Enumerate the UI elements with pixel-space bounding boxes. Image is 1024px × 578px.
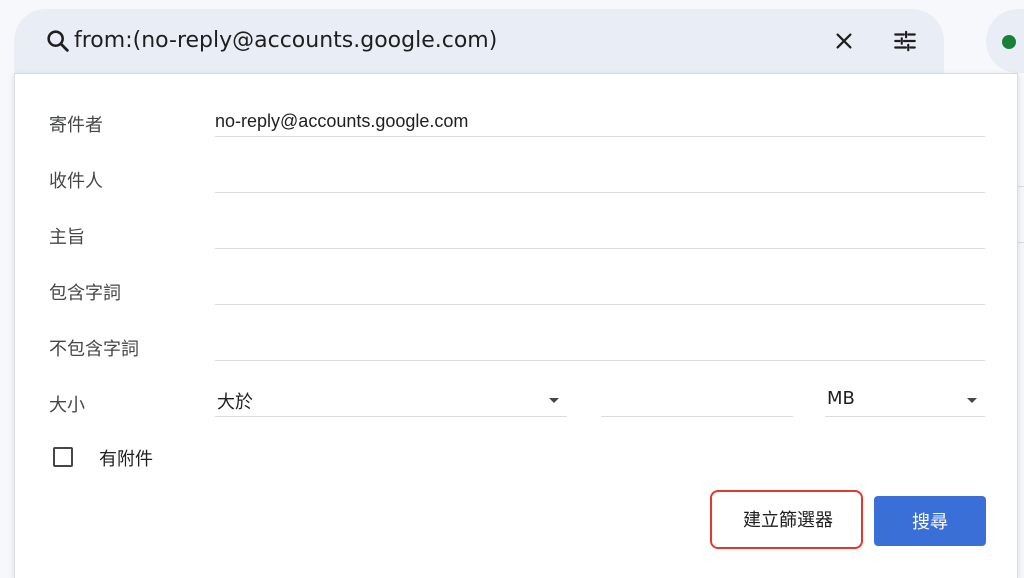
search-icon[interactable] <box>44 27 72 55</box>
to-field[interactable] <box>215 162 985 193</box>
no-words-label: 不包含字詞 <box>49 339 139 360</box>
has-attachment-label[interactable]: 有附件 <box>99 445 153 471</box>
search-button[interactable]: 搜尋 <box>874 496 986 546</box>
size-value-field[interactable] <box>601 386 793 417</box>
size-unit-value: MB <box>827 388 855 409</box>
size-comparator-value: 大於 <box>217 392 253 413</box>
size-comparator-select[interactable]: 大於 <box>215 386 567 417</box>
status-dot-icon <box>1002 35 1016 49</box>
dropdown-arrow-icon <box>967 398 977 403</box>
from-label: 寄件者 <box>49 115 103 136</box>
close-icon <box>836 33 852 49</box>
search-options-button[interactable] <box>887 23 923 59</box>
size-unit-select[interactable]: MB <box>825 386 985 417</box>
status-indicator[interactable] <box>986 9 1024 73</box>
clear-search-button[interactable] <box>826 23 862 59</box>
has-words-field[interactable] <box>215 274 985 305</box>
from-field[interactable] <box>215 106 985 137</box>
search-bar[interactable]: from:(no-reply@accounts.google.com) <box>14 9 944 73</box>
has-attachment-checkbox[interactable] <box>53 447 73 467</box>
tune-icon <box>894 30 916 52</box>
background-divider <box>1017 242 1024 243</box>
no-words-field[interactable] <box>215 330 985 361</box>
background-divider <box>1017 186 1024 187</box>
size-label: 大小 <box>49 395 85 416</box>
create-filter-button[interactable]: 建立篩選器 <box>723 498 853 540</box>
has-words-label: 包含字詞 <box>49 283 121 304</box>
search-query[interactable]: from:(no-reply@accounts.google.com) <box>74 28 497 54</box>
subject-label: 主旨 <box>49 227 85 248</box>
dropdown-arrow-icon <box>549 398 559 403</box>
advanced-search-panel: 寄件者 收件人 主旨 包含字詞 不包含字詞 大小 大於 MB 有附件 建立篩選器… <box>14 73 1018 578</box>
to-label: 收件人 <box>49 171 103 192</box>
subject-field[interactable] <box>215 218 985 249</box>
